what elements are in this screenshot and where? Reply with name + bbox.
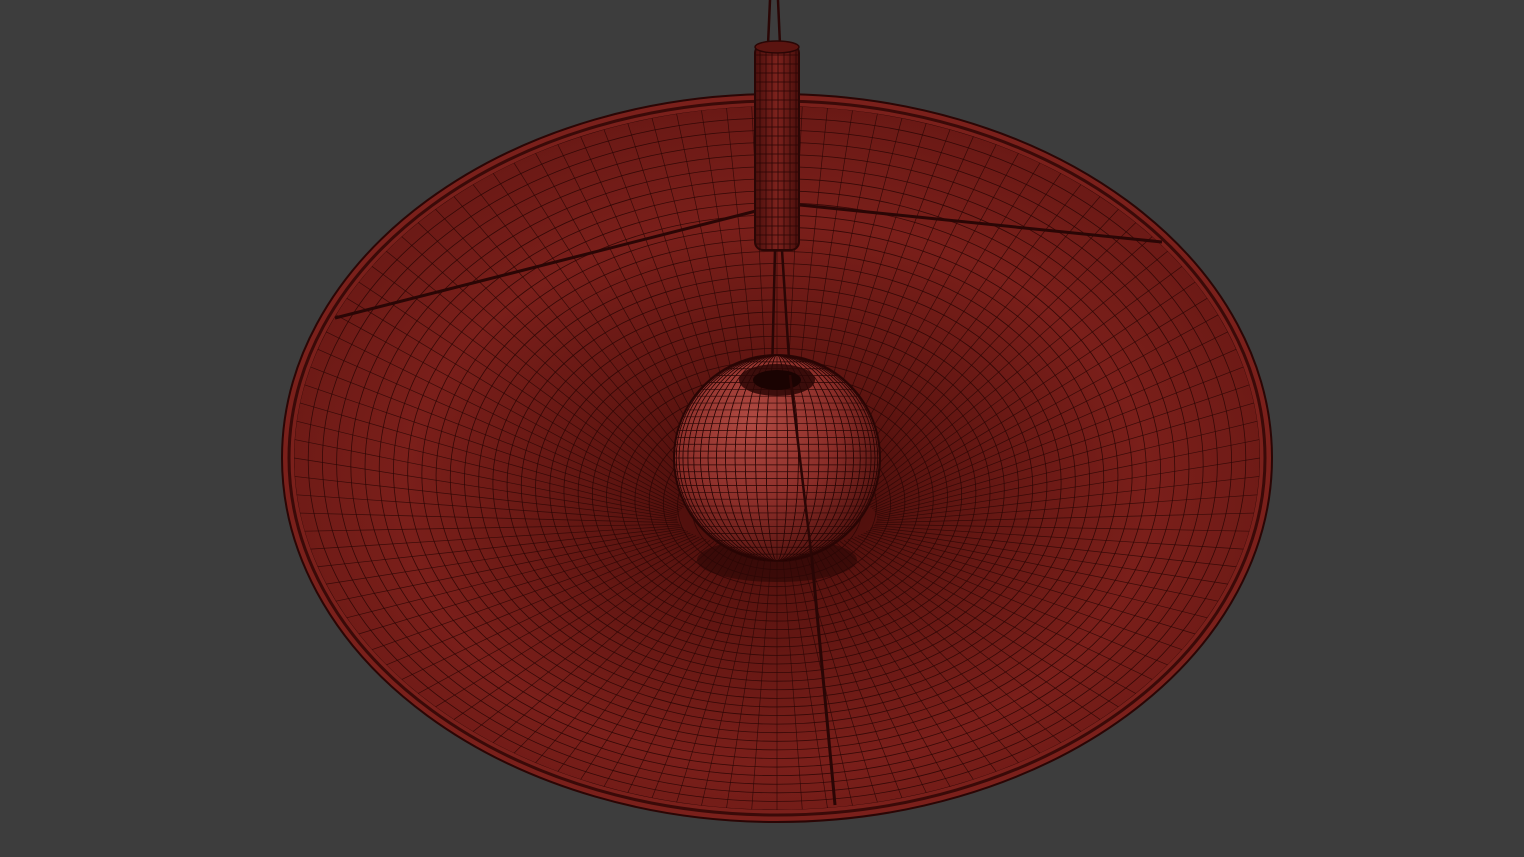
lamp-rod: [754, 40, 800, 251]
3d-viewport[interactable]: [0, 0, 1524, 857]
lamp-wireframe-render: [281, 0, 1273, 823]
lamp-sphere: [673, 354, 881, 562]
